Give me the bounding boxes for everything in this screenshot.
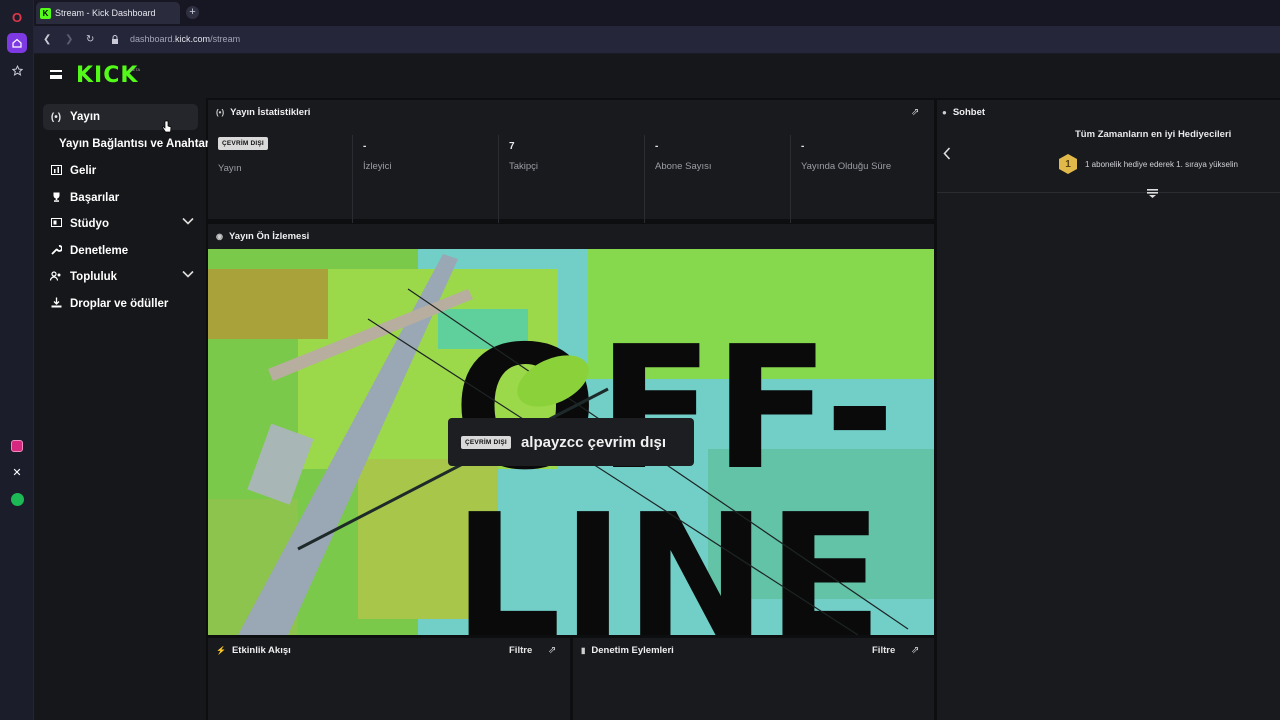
stream-stats-panel: (•) Yayın İstatistikleri ⇗ ÇEVRİM DIŞI Y…	[208, 100, 934, 223]
address-bar: ❮ ❯ ↻ dashboard.kick.com/stream	[34, 26, 1280, 54]
stat-value: -	[655, 141, 659, 152]
reload-icon[interactable]: ↻	[86, 34, 94, 45]
expand-list-icon[interactable]	[1147, 185, 1158, 203]
sidebar-item-achievements[interactable]: Başarılar	[43, 185, 198, 211]
panel-title: (•) Yayın İstatistikleri	[216, 107, 310, 118]
stream-preview-image: OFF- LINE ÇEVRİM DIŞI alpayzcc çevrim dı…	[208, 249, 934, 635]
lightning-icon: ⚡	[216, 646, 226, 655]
stat-value: -	[801, 141, 805, 152]
sidebar-item-label: Denetleme	[70, 245, 129, 257]
sidebar-item-label: Stüdyo	[70, 218, 109, 230]
sidebar-item-label: Droplar ve ödüller	[70, 298, 169, 310]
browser-tab-kick[interactable]: K Stream - Kick Dashboard	[36, 2, 180, 24]
panel-title: ⚡ Etkinlik Akışı	[216, 645, 291, 656]
stat-label: Yayın	[218, 163, 242, 174]
sidebar-item-moderation[interactable]: Denetleme	[43, 238, 198, 264]
sidebar-item-label: Topluluk	[70, 271, 118, 283]
url-field[interactable]: dashboard.kick.com/stream	[130, 34, 240, 44]
stat-label: Yayında Olduğu Süre	[801, 161, 892, 172]
pinboard-icon[interactable]	[7, 60, 27, 80]
beta-label: BETA	[130, 67, 141, 72]
instagram-icon[interactable]	[7, 436, 27, 456]
filter-button[interactable]: Filtre	[872, 645, 895, 656]
filter-button[interactable]: Filtre	[509, 645, 532, 656]
panel-title-text: Sohbet	[952, 107, 986, 118]
leaderboard-title: Tüm Zamanların en iyi Hediyecileri	[1075, 129, 1232, 140]
art-text-line: LINE	[453, 478, 883, 635]
forward-icon[interactable]: ❯	[65, 34, 73, 45]
rank-badge: 1	[1059, 154, 1077, 174]
panel-title-text: Denetim Eylemleri	[591, 645, 674, 656]
shield-icon: ▮	[581, 646, 586, 655]
stat-value: 7	[509, 141, 515, 152]
opera-logo-icon[interactable]: O	[7, 7, 27, 27]
popout-icon[interactable]: ⇗	[911, 107, 919, 118]
dashboard-sidebar: (•) Yayın Yayın Bağlantısı ve Anahtarı G…	[34, 98, 213, 720]
sidebar-item-drops[interactable]: Droplar ve ödüller	[43, 291, 198, 317]
stat-label: Takipçi	[509, 161, 539, 172]
x-twitter-icon[interactable]: ✕	[7, 462, 27, 482]
stream-preview-header: ◉ Yayın Ön İzlemesi	[208, 224, 934, 249]
users-icon	[49, 270, 63, 284]
panel-title-text: Yayın Ön İzlemesi	[228, 231, 310, 242]
chat-bubble-icon: ●	[942, 108, 947, 117]
panel-title-text: Yayın İstatistikleri	[230, 107, 311, 118]
panel-title-text: Etkinlik Akışı	[231, 645, 291, 656]
trophy-icon	[49, 192, 63, 205]
chevron-left-icon[interactable]	[943, 147, 951, 165]
home-icon[interactable]	[7, 33, 27, 53]
browser-sidebar: O ✕	[0, 0, 34, 720]
offline-message: alpayzcc çevrim dışı	[520, 433, 667, 451]
stat-stream-status: ÇEVRİM DIŞI Yayın	[208, 135, 353, 223]
stat-followers: 7 Takipçi	[499, 135, 645, 223]
chat-panel: ● Sohbet Tüm Zamanların en iyi Hediyecil…	[937, 100, 1280, 720]
chevron-down-icon[interactable]	[182, 217, 194, 228]
popout-icon[interactable]: ⇗	[911, 645, 919, 656]
sidebar-item-studio[interactable]: Stüdyo	[43, 211, 198, 237]
menu-icon[interactable]	[50, 70, 62, 79]
kick-header: KICK BETA	[34, 54, 1280, 98]
new-tab-button[interactable]: +	[186, 6, 199, 19]
sidebar-item-label: Başarılar	[70, 192, 120, 204]
offline-badge: ÇEVRİM DIŞI	[218, 137, 268, 150]
offline-overlay: ÇEVRİM DIŞI alpayzcc çevrim dışı	[448, 418, 694, 466]
back-icon[interactable]: ❮	[43, 34, 51, 45]
stat-value: -	[363, 141, 367, 152]
lock-icon	[111, 35, 119, 46]
panel-title: ◉ Yayın Ön İzlemesi	[216, 231, 309, 242]
leaderboard-hint: 1 abonelik hediye ederek 1. sıraya yükse…	[1085, 160, 1238, 169]
drops-icon	[49, 297, 63, 311]
tab-title: Stream - Kick Dashboard	[55, 8, 156, 18]
sidebar-item-label: Gelir	[70, 165, 97, 177]
broadcast-icon: (•)	[50, 111, 62, 123]
popout-icon[interactable]: ⇗	[548, 645, 556, 656]
stat-subscribers: - Abone Sayısı	[645, 135, 791, 223]
stat-viewers: - İzleyici	[353, 135, 499, 223]
sidebar-item-community[interactable]: Topluluk	[43, 264, 198, 290]
chart-icon	[49, 164, 63, 178]
stat-label: İzleyici	[363, 161, 392, 172]
top-gifters-leaderboard: Tüm Zamanların en iyi Hediyecileri 1 1 a…	[937, 124, 1280, 198]
wrench-icon	[49, 244, 63, 258]
chevron-down-icon[interactable]	[182, 270, 194, 281]
broadcast-icon: (•)	[216, 108, 225, 117]
sidebar-item-stream-key[interactable]: Yayın Bağlantısı ve Anahtarı	[59, 131, 213, 157]
preview-icon: ◉	[216, 232, 223, 241]
offline-badge: ÇEVRİM DIŞI	[461, 435, 511, 449]
studio-icon	[49, 218, 63, 230]
stat-label: Abone Sayısı	[655, 161, 712, 172]
activity-feed-panel: ⚡ Etkinlik Akışı Filtre ⇗	[208, 638, 570, 720]
kick-favicon-icon: K	[40, 7, 51, 19]
panel-title: ▮ Denetim Eylemleri	[581, 645, 674, 656]
offline-letters: OFF- LINE	[453, 310, 895, 635]
panel-title: ● Sohbet	[942, 107, 985, 118]
sidebar-item-label: Yayın Bağlantısı ve Anahtarı	[59, 138, 213, 150]
sidebar-item-revenue[interactable]: Gelir	[43, 158, 198, 184]
mod-actions-panel: ▮ Denetim Eylemleri Filtre ⇗	[573, 638, 934, 720]
tab-bar: K Stream - Kick Dashboard +	[34, 0, 1280, 26]
sidebar-item-label: Yayın	[70, 111, 101, 123]
stat-uptime: - Yayında Olduğu Süre	[791, 135, 934, 223]
spotify-icon[interactable]	[7, 489, 27, 509]
sidebar-item-stream[interactable]: (•) Yayın	[43, 104, 198, 130]
